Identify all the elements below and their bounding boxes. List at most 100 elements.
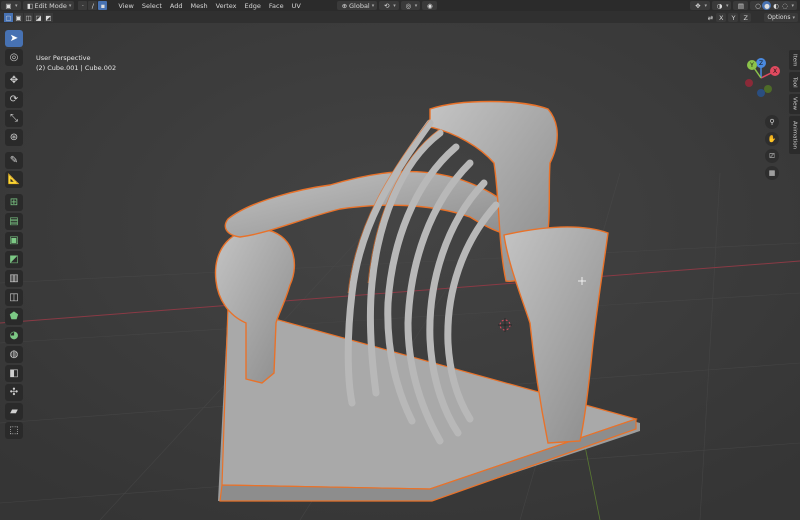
camera-view-icon[interactable]: ⎚: [765, 149, 779, 163]
gizmo-z-negative[interactable]: [757, 89, 765, 97]
menu-uv[interactable]: UV: [288, 1, 305, 10]
cursor-arrow-icon: ➤: [9, 33, 19, 44]
transform-icon: ⊛: [9, 132, 19, 143]
chevron-down-icon: ▾: [725, 2, 729, 9]
add-cube-tool[interactable]: ⊞: [5, 194, 23, 211]
tool-header: ▢ ▣ ◫ ◪ ◩ ⇄ X Y Z: [0, 11, 800, 23]
mirror-x-toggle[interactable]: X: [716, 13, 727, 22]
wireframe-shading-icon[interactable]: ○: [753, 1, 762, 10]
smooth-tool[interactable]: ◍: [5, 346, 23, 363]
menu-face[interactable]: Face: [265, 1, 288, 10]
move-tool[interactable]: ✥: [5, 72, 23, 89]
poly-build-tool[interactable]: ⬟: [5, 308, 23, 325]
overlay-toggle[interactable]: ◑ ▾: [711, 1, 732, 10]
knife-tool[interactable]: ◫: [5, 289, 23, 306]
proportional-edit-button[interactable]: ◉: [422, 1, 438, 10]
extrude-icon: ▤: [9, 216, 19, 227]
sidebar-tabs: Item Tool View Animation: [789, 50, 800, 156]
edge-slide-tool[interactable]: ◧: [5, 365, 23, 382]
gizmo-y-negative[interactable]: [764, 85, 772, 93]
cube-icon: ▣: [5, 1, 12, 10]
gizmo-y-label: Y: [749, 62, 754, 69]
bevel-tool[interactable]: ◩: [5, 251, 23, 268]
select-intersect-icon[interactable]: ◩: [44, 13, 53, 22]
rotate-tool[interactable]: ⟳: [5, 91, 23, 108]
inset-tool[interactable]: ▣: [5, 232, 23, 249]
transform-orientation-dropdown[interactable]: ⊕ Global ▾: [337, 1, 378, 10]
edge-select-icon[interactable]: /: [88, 1, 98, 10]
rendered-shading-icon[interactable]: ◌: [780, 1, 789, 10]
tab-animation[interactable]: Animation: [789, 116, 800, 154]
rip-region-icon: ⬚: [9, 425, 19, 436]
viewport-header: ▣ ▾ ◧ Edit Mode ▾ · / ▪ View Select Add M…: [0, 0, 800, 11]
gizmo-x-label: X: [773, 68, 777, 75]
snap-dropdown[interactable]: ◎ ▾: [400, 1, 421, 10]
select-box-tool[interactable]: ➤: [5, 30, 23, 47]
chevron-down-icon: ▾: [371, 2, 375, 9]
tab-tool[interactable]: Tool: [789, 72, 800, 92]
rotate-icon: ⟳: [9, 94, 19, 105]
extrude-tool[interactable]: ▤: [5, 213, 23, 230]
spin-tool[interactable]: ◕: [5, 327, 23, 344]
menu-edge[interactable]: Edge: [241, 1, 265, 10]
edit-mode-icon: ◧: [26, 1, 34, 10]
solid-shading-icon[interactable]: ●: [762, 1, 772, 10]
shrink-fatten-tool[interactable]: ✣: [5, 384, 23, 401]
shading-modes[interactable]: ○ ● ◐ ◌ ▾: [750, 1, 797, 10]
perspective-grid-icon[interactable]: ▦: [765, 166, 779, 180]
tab-item[interactable]: Item: [789, 50, 800, 70]
pan-hand-icon[interactable]: ✋: [765, 132, 779, 146]
options-dropdown[interactable]: Options ▾: [764, 13, 798, 22]
xray-toggle[interactable]: ▤: [733, 1, 749, 10]
select-mode-group: · / ▪: [78, 1, 108, 10]
menu-vertex[interactable]: Vertex: [212, 1, 241, 10]
gizmo-toggle[interactable]: ✥ ▾: [690, 1, 710, 10]
transform-controls: ⊕ Global ▾ ⟲ ▾ ◎ ▾ ◉: [336, 1, 438, 10]
viewport-scene: X Z Y: [0, 23, 800, 520]
menu-add[interactable]: Add: [166, 1, 187, 10]
tab-view[interactable]: View: [789, 94, 800, 114]
smooth-sphere-icon: ◍: [9, 349, 19, 360]
select-subtract-icon[interactable]: ◫: [24, 13, 33, 22]
orientation-icon: ⊕: [341, 1, 348, 10]
select-invert-icon[interactable]: ◪: [34, 13, 43, 22]
ruler-icon: 📐: [7, 174, 21, 185]
menu-select[interactable]: Select: [138, 1, 166, 10]
scale-tool[interactable]: ⤡: [5, 110, 23, 127]
rip-tool[interactable]: ⬚: [5, 422, 23, 439]
header-menus: View Select Add Mesh Vertex Edge Face UV: [114, 1, 304, 10]
shear-tool[interactable]: ▰: [5, 403, 23, 420]
transform-tool[interactable]: ⊛: [5, 129, 23, 146]
select-extend-icon[interactable]: ▣: [14, 13, 23, 22]
zoom-icon[interactable]: ⚲: [765, 115, 779, 129]
mode-dropdown[interactable]: ◧ Edit Mode ▾: [22, 1, 75, 10]
mode-label: Edit Mode: [34, 1, 67, 10]
object-info-label: (2) Cube.001 | Cube.002: [36, 64, 117, 72]
vertex-select-icon[interactable]: ·: [78, 1, 88, 10]
editor-type-dropdown[interactable]: ▣ ▾: [1, 1, 21, 10]
pivot-dropdown[interactable]: ⟲ ▾: [379, 1, 399, 10]
face-select-icon[interactable]: ▪: [98, 1, 108, 10]
select-new-icon[interactable]: ▢: [4, 13, 13, 22]
select-box-modes: ▢ ▣ ◫ ◪ ◩: [4, 13, 53, 22]
cursor-tool[interactable]: ◎: [5, 49, 23, 66]
menu-mesh[interactable]: Mesh: [187, 1, 212, 10]
overlay-icon: ◑: [716, 1, 723, 10]
3d-cursor-icon: ◎: [9, 52, 19, 63]
loop-cut-tool[interactable]: ▥: [5, 270, 23, 287]
viewport-shading-controls: ✥ ▾ ◑ ▾ ▤ ○ ● ◐ ◌ ▾: [689, 1, 798, 10]
shrink-fatten-icon: ✣: [9, 387, 19, 398]
measure-tool[interactable]: 📐: [5, 171, 23, 188]
annotate-tool[interactable]: ✎: [5, 152, 23, 169]
material-shading-icon[interactable]: ◐: [771, 1, 780, 10]
gizmo-icon: ✥: [695, 1, 701, 10]
gizmo-x-negative[interactable]: [745, 79, 753, 87]
edge-slide-icon: ◧: [9, 368, 19, 379]
mirror-z-toggle[interactable]: Z: [740, 13, 751, 22]
chevron-down-icon: ▾: [393, 2, 396, 9]
gizmo-z-label: Z: [759, 60, 763, 67]
menu-view[interactable]: View: [114, 1, 137, 10]
3d-viewport[interactable]: X Z Y User Perspective (2) Cube.001 | Cu…: [0, 23, 800, 520]
mirror-y-toggle[interactable]: Y: [728, 13, 739, 22]
chevron-down-icon: ▾: [791, 2, 794, 9]
